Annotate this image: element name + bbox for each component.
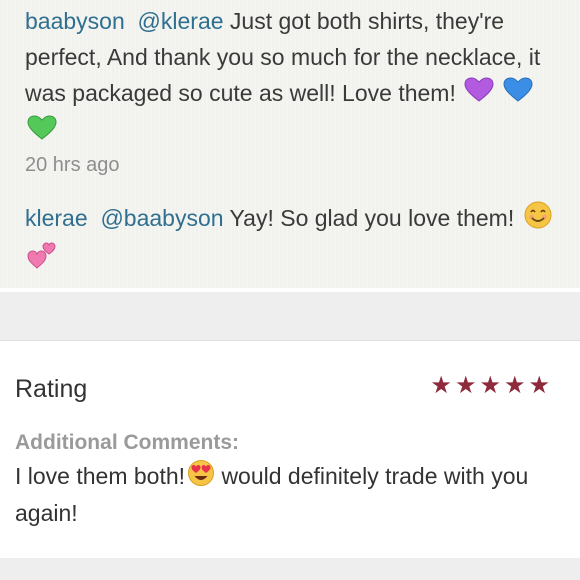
comment-mention[interactable]: @klerae (138, 8, 224, 34)
comment-text: Yay! So glad you love them! (229, 205, 515, 232)
comment-username[interactable]: baabyson (25, 8, 125, 34)
bottom-band (0, 558, 580, 580)
review-card: Rating ★ ★ ★ ★ ★ Additional Comments: I … (0, 340, 580, 560)
review-text-part: I love them both! (15, 463, 186, 489)
comment-mention[interactable]: @baabyson (100, 205, 223, 231)
comment: baabyson @klerae Just got both shirts, t… (25, 3, 565, 151)
star-icon: ★ (430, 372, 452, 399)
star-icon: ★ (479, 372, 501, 399)
comments-panel: baabyson @klerae Just got both shirts, t… (0, 0, 580, 288)
additional-comments-text: I love them both! would definitely trade… (15, 459, 560, 530)
star-icon: ★ (454, 372, 477, 399)
rating-label: Rating (15, 375, 88, 403)
comment-timestamp: 20 hrs ago (25, 154, 120, 176)
green-heart-icon (27, 115, 57, 151)
smiling-face-icon (523, 200, 553, 240)
star-icon: ★ (503, 372, 526, 399)
comment-username[interactable]: klerae (25, 205, 88, 231)
section-divider (0, 288, 580, 340)
star-icon: ★ (528, 372, 550, 399)
comment: klerae @baabyson Yay! So glad you love t… (25, 200, 565, 280)
two-hearts-icon (27, 240, 57, 280)
purple-heart-icon (464, 77, 494, 113)
blue-heart-icon (503, 77, 533, 113)
heart-eyes-icon (187, 459, 215, 496)
star-rating: ★ ★ ★ ★ ★ (430, 373, 550, 399)
additional-comments-label: Additional Comments: (15, 431, 239, 454)
